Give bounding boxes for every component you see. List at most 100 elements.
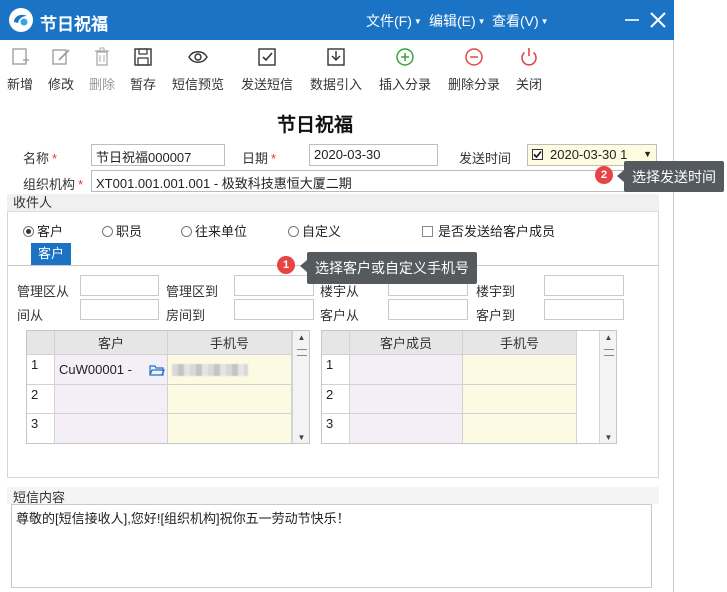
filter-label-area-to: 管理区到 [166,284,219,299]
power-icon [521,48,537,66]
filter-label-customer-to: 客户到 [476,308,516,323]
grid-corner [27,331,55,355]
scrollbar[interactable]: ▲ ▼ [599,331,616,443]
scroll-thumb[interactable] [604,349,614,356]
phone-cell[interactable] [463,355,577,385]
tooltip-arrow [300,260,307,272]
document-title: 节日祝福 [276,115,353,136]
row-number: 1 [27,355,55,385]
scroll-up-icon[interactable]: ▲ [293,333,309,342]
background-strip [675,0,727,592]
column-header-member[interactable]: 客户成员 [350,331,463,355]
row-number: 2 [27,385,55,414]
dropdown-arrow-icon[interactable]: ▼ [643,149,652,159]
filter-label-customer-from: 客户从 [320,308,360,323]
toolbar: 新增 修改 删除 暂存 短信预览 发送短信 数据引入 插入分录 删除分录 关闭 [0,42,674,94]
data-import-button[interactable]: 数据引入 [308,46,364,92]
phone-cell[interactable] [168,355,292,385]
row-number: 3 [27,414,55,443]
delete-row-button[interactable]: 删除分录 [446,46,502,92]
row-number: 1 [322,355,350,385]
minimize-icon[interactable] [620,8,644,32]
building-to-input[interactable] [544,275,624,296]
customer-to-input[interactable] [544,299,624,320]
send-time-checkbox[interactable] [532,149,543,160]
sms-section-title: 短信内容 [7,487,659,505]
send-to-members-checkbox[interactable]: 是否发送给客户成员 [422,221,555,240]
add-button[interactable]: 新增 [5,46,35,92]
filter-label-room-to: 房间到 [166,308,206,323]
send-check-icon [258,48,276,66]
menu-edit[interactable]: 编辑(E) ▼ [429,11,486,31]
scrollbar[interactable]: ▲ ▼ [292,331,309,443]
blurred-phone-number [172,364,248,376]
scroll-down-icon[interactable]: ▼ [600,433,616,442]
column-header-phone[interactable]: 手机号 [463,331,577,355]
org-field[interactable]: XT001.001.001.001 - 极致科技惠恒大厦二期 [91,170,657,192]
edit-icon [52,49,70,65]
customer-cell[interactable]: CuW00001 - [55,355,168,385]
send-sms-button[interactable]: 发送短信 [239,46,295,92]
room-to-input[interactable] [234,299,314,320]
customer-tooltip: 选择客户或自定义手机号 [307,252,477,284]
sms-content-textarea[interactable]: 尊敬的[短信接收人],您好![组织机构]祝你五一劳动节快乐！ [11,504,652,588]
delete-button[interactable]: 删除 [87,46,117,92]
phone-cell[interactable] [463,385,577,414]
customer-grid: 客户 手机号 1 CuW00001 - 2 3 ▲ ▼ [26,330,310,444]
column-header-customer[interactable]: 客户 [55,331,168,355]
area-from-input[interactable] [80,275,159,296]
filter-label-building-to: 楼宇到 [476,284,516,299]
menu-file[interactable]: 文件(F) ▼ [366,11,422,31]
customer-cell[interactable] [55,385,168,414]
window-title: 节日祝福 [40,15,108,34]
name-label: 名称 * [23,151,58,166]
menu-view[interactable]: 查看(V) ▼ [492,11,549,31]
column-header-phone[interactable]: 手机号 [168,331,292,355]
scroll-down-icon[interactable]: ▼ [293,433,309,442]
edit-button[interactable]: 修改 [46,46,76,92]
member-cell[interactable] [350,414,463,443]
row-number: 3 [322,414,350,443]
title-bar: 节日祝福 文件(F) ▼ 编辑(E) ▼ 查看(V) ▼ [0,0,674,40]
eye-icon [188,51,208,63]
radio-custom[interactable]: 自定义 [288,221,341,240]
customer-from-input[interactable] [388,299,468,320]
app-logo-icon [9,8,33,32]
org-label: 组织机构 * [23,177,84,192]
step-badge: 2 [595,166,613,184]
add-doc-icon [12,48,29,65]
step-badge: 1 [277,256,295,274]
radio-partner[interactable]: 往来单位 [181,221,247,240]
phone-cell[interactable] [168,385,292,414]
recipients-section-title: 收件人 [7,194,659,212]
insert-row-button[interactable]: 插入分录 [377,46,433,92]
member-cell[interactable] [350,355,463,385]
room-from-input[interactable] [80,299,159,320]
name-field[interactable]: 节日祝福000007 [91,144,225,166]
plus-circle-icon [396,48,414,66]
close-button[interactable]: 关闭 [514,46,544,92]
customer-cell[interactable] [55,414,168,443]
area-to-input[interactable] [234,275,314,296]
scroll-up-icon[interactable]: ▲ [600,333,616,342]
member-grid: 客户成员 手机号 1 2 3 ▲ ▼ [321,330,617,444]
phone-cell[interactable] [168,414,292,443]
row-number: 2 [322,385,350,414]
tooltip-arrow [617,170,624,182]
radio-employee[interactable]: 职员 [102,221,142,240]
minus-circle-icon [465,48,483,66]
filter-label-room-from: 房间从 [17,308,44,323]
date-label: 日期 * [242,151,277,166]
grid-corner [322,331,350,355]
save-button[interactable]: 暂存 [128,46,158,92]
radio-customer[interactable]: 客户 [23,221,63,240]
member-cell[interactable] [350,385,463,414]
phone-cell[interactable] [463,414,577,443]
tab-customer[interactable]: 客户 [31,243,71,265]
sms-preview-button[interactable]: 短信预览 [170,46,226,92]
send-time-label: 发送时间 [459,151,512,166]
date-field[interactable]: 2020-03-30 [309,144,438,166]
scroll-thumb[interactable] [297,349,307,356]
folder-icon[interactable] [149,363,165,376]
close-icon[interactable] [646,8,670,32]
